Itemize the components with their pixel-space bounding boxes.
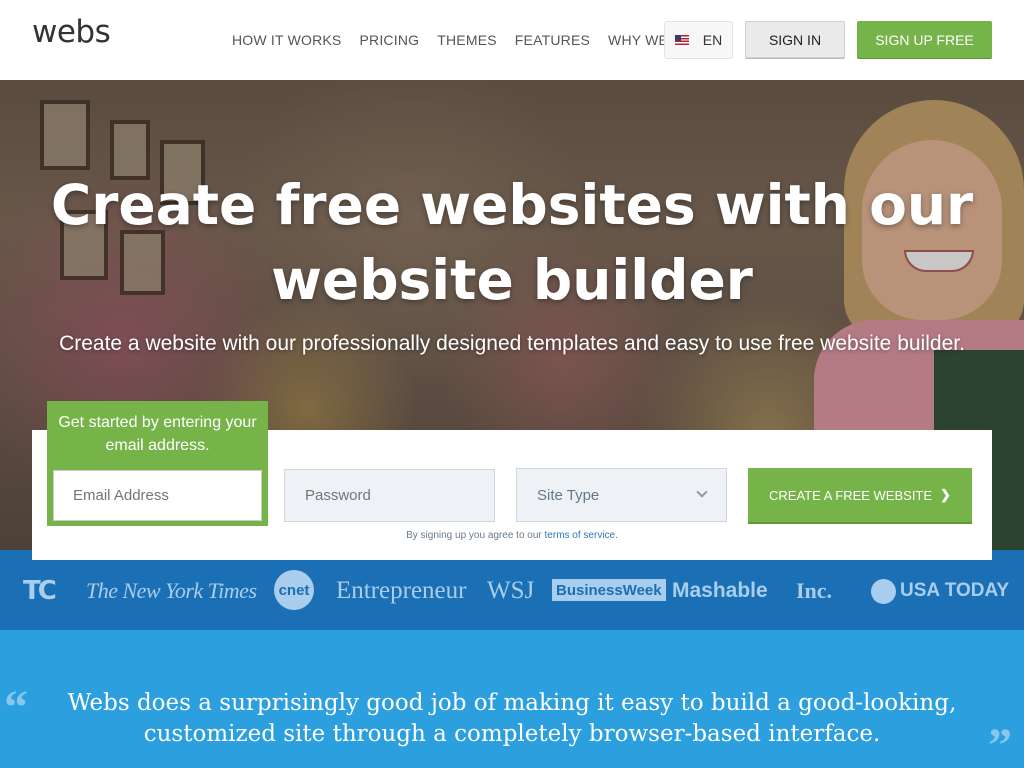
businessweek-logo: BusinessWeek [552, 579, 666, 601]
sign-in-button[interactable]: SIGN IN [745, 21, 845, 58]
chevron-down-icon [696, 486, 708, 498]
hero-title: Create free websites with our website bu… [50, 173, 974, 312]
terms-of-service-link[interactable]: terms of service [545, 530, 616, 541]
site-type-label: Site Type [537, 486, 600, 504]
mashable-logo: Mashable [672, 579, 768, 602]
testimonial-quote: Webs does a surprisingly good job of mak… [67, 690, 957, 747]
webs-logo[interactable]: webs [32, 14, 111, 50]
nav-pricing[interactable]: PRICING [359, 32, 419, 48]
nav-themes[interactable]: THEMES [437, 32, 497, 48]
nytimes-logo: The New York Times [86, 578, 257, 603]
wsj-logo: WSJ [487, 577, 535, 604]
sign-up-free-button[interactable]: SIGN UP FREE [857, 21, 992, 58]
language-label: EN [702, 32, 723, 48]
chevron-right-icon: ❯ [940, 487, 951, 502]
language-selector[interactable]: EN [664, 21, 733, 59]
entrepreneur-logo: Entrepreneur [336, 577, 467, 604]
email-field[interactable] [53, 470, 262, 521]
site-header: webs HOW IT WORKS PRICING THEMES FEATURE… [0, 0, 1024, 80]
terms-notice: By signing up you agree to our terms of … [406, 530, 618, 541]
usatoday-dot-icon [871, 578, 896, 604]
techcrunch-logo: TC [23, 576, 57, 606]
inc-logo: Inc. [796, 578, 833, 603]
cnet-logo: cnet [274, 570, 314, 610]
signup-prompt: Get started by entering your email addre… [58, 414, 257, 454]
nav-features[interactable]: FEATURES [515, 32, 590, 48]
hero-subtitle: Create a website with our professionally… [59, 332, 965, 355]
usatoday-logo: USA TODAY [871, 576, 1009, 606]
site-type-select[interactable]: Site Type [516, 468, 727, 522]
create-website-button[interactable]: CREATE A FREE WEBSITE ❯ [748, 468, 972, 522]
us-flag-icon [674, 35, 689, 45]
create-website-label: CREATE A FREE WEBSITE [769, 487, 933, 503]
password-field[interactable] [284, 469, 495, 522]
main-nav: HOW IT WORKS PRICING THEMES FEATURES WHY… [232, 0, 705, 80]
nav-how-it-works[interactable]: HOW IT WORKS [232, 32, 341, 48]
